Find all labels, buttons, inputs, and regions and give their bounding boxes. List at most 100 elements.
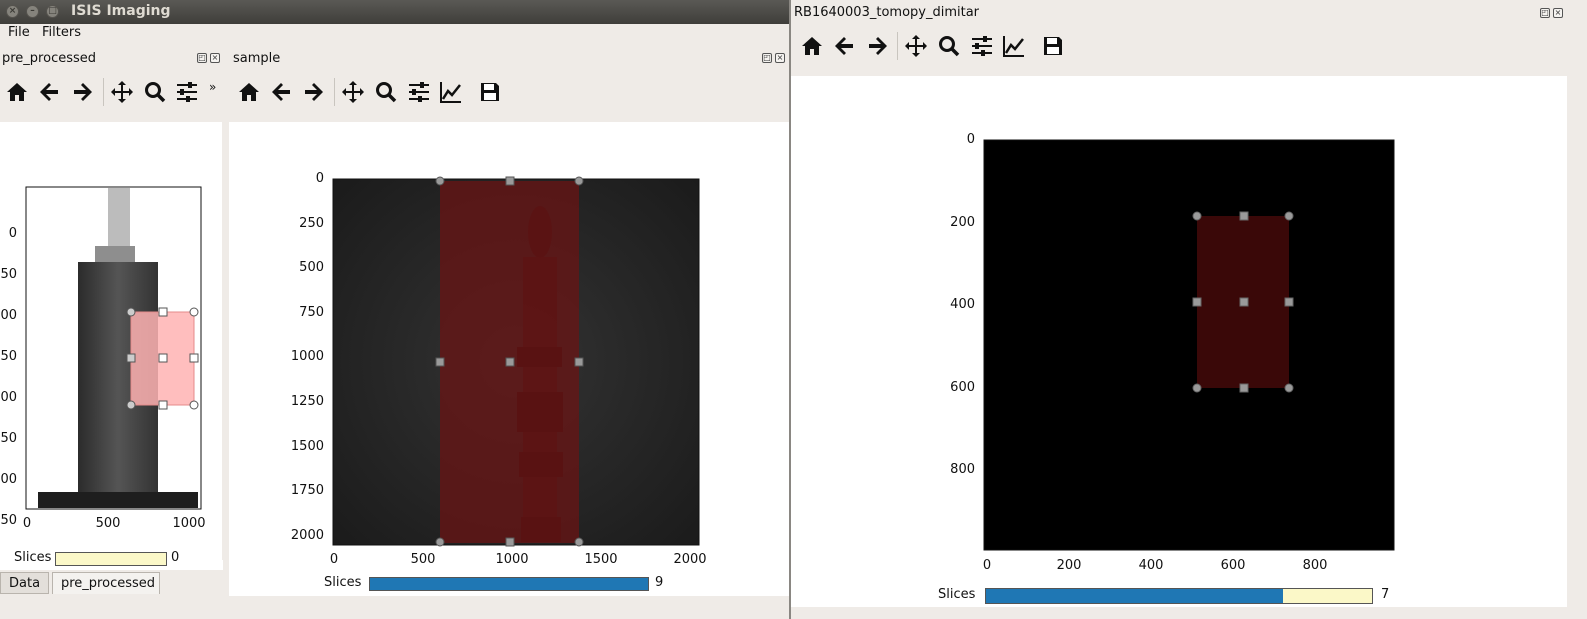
mid-slices-slider[interactable]	[369, 577, 649, 591]
menubar: File Filters	[0, 24, 790, 44]
y-tick-label: 1500	[290, 438, 324, 454]
float-dock-button[interactable]: ◰	[1540, 8, 1550, 18]
plot-area-pre-processed: 0 50 00 50 00 50 00 50 0 500 1000	[0, 122, 223, 570]
float-dock-button[interactable]: ◰	[197, 53, 207, 63]
toolbar-separator	[103, 78, 104, 106]
x-tick-label: 400	[1138, 558, 1164, 573]
main-window-titlebar: × – □ ISIS Imaging	[0, 0, 800, 24]
save-icon[interactable]	[1041, 34, 1065, 58]
left-slices-label: Slices	[14, 550, 52, 565]
x-tick-label: 800	[1302, 558, 1328, 573]
x-tick-label: 500	[95, 516, 121, 531]
y-tick-label: 00	[0, 390, 17, 405]
right-slices-slider-fill	[986, 589, 1284, 603]
menu-file[interactable]: File	[8, 25, 30, 40]
right-slices-value: 7	[1381, 587, 1390, 602]
toolbar-overflow-icon[interactable]: »	[209, 80, 216, 94]
y-tick-label: 600	[950, 379, 975, 395]
x-tick-label: 1000	[495, 552, 529, 567]
configure-subplots-icon[interactable]	[175, 80, 199, 104]
float-dock-button[interactable]: ◰	[762, 53, 772, 63]
x-tick-label: 0	[982, 558, 992, 573]
x-tick-label: 1500	[584, 552, 618, 567]
close-dock-button[interactable]: ×	[775, 53, 785, 63]
forward-arrow-icon[interactable]	[70, 80, 94, 104]
y-tick-label: 0	[966, 132, 975, 147]
floating-window-rb1640003: RB1640003_tomopy_dimitar ◰ × 0 200 400 600 8…	[789, 0, 1587, 619]
tab-pre-processed[interactable]: pre_processed	[52, 572, 160, 594]
close-window-button[interactable]: ×	[6, 5, 19, 18]
pan-icon[interactable]	[341, 80, 365, 104]
right-slices-slider[interactable]	[985, 588, 1373, 604]
y-tick-label: 1750	[290, 483, 324, 499]
app-title: ISIS Imaging	[71, 3, 171, 19]
home-icon[interactable]	[5, 80, 29, 104]
toolbar-separator	[334, 78, 335, 106]
plot-area-sample: 0 250 500 750 1000 1250 1500 1750 2000 0 500 1000 1…	[229, 122, 789, 596]
zoom-icon[interactable]	[374, 80, 398, 104]
y-tick-label: 0	[8, 226, 17, 241]
mid-slices-label: Slices	[324, 575, 362, 590]
dock-title-pre-processed: pre_processed	[2, 51, 97, 66]
pre-processed-image-axes[interactable]	[0, 122, 223, 570]
forward-arrow-icon[interactable]	[865, 34, 889, 58]
dock-sample: sample ◰ × 0 250 500 750 1000 1250 1500 …	[229, 46, 789, 598]
mid-slices-value: 9	[655, 575, 664, 590]
configure-subplots-icon[interactable]	[970, 34, 994, 58]
zoom-icon[interactable]	[937, 34, 961, 58]
dock-title-sample: sample	[233, 51, 281, 66]
menu-filters[interactable]: Filters	[42, 25, 81, 40]
reconstruction-image-axes[interactable]	[791, 76, 1567, 607]
floating-window-title: RB1640003_tomopy_dimitar	[794, 5, 980, 20]
y-tick-label: 400	[950, 297, 975, 312]
close-dock-button[interactable]: ×	[1553, 8, 1563, 18]
save-icon[interactable]	[478, 80, 502, 104]
y-tick-label: 50	[0, 513, 17, 528]
y-tick-label: 50	[0, 267, 17, 282]
pan-icon[interactable]	[904, 34, 928, 58]
y-tick-label: 2000	[290, 527, 324, 543]
plot-area-rb1640003: 0 200 400 600 800 0 200 400 600 800	[791, 76, 1567, 607]
x-tick-label: 200	[1056, 558, 1082, 573]
forward-arrow-icon[interactable]	[301, 80, 325, 104]
y-tick-label: 250	[299, 215, 324, 231]
tab-data[interactable]: Data	[0, 572, 49, 594]
x-tick-label: 500	[410, 552, 436, 567]
close-dock-button[interactable]: ×	[210, 53, 220, 63]
right-slices-label: Slices	[938, 587, 976, 602]
left-slices-slider[interactable]	[55, 552, 167, 566]
edit-axis-icon[interactable]	[1002, 34, 1026, 58]
y-tick-label: 800	[950, 462, 975, 477]
toolbar-separator	[897, 32, 898, 60]
home-icon[interactable]	[237, 80, 261, 104]
y-tick-label: 00	[0, 472, 17, 487]
configure-subplots-icon[interactable]	[407, 80, 431, 104]
pan-icon[interactable]	[110, 80, 134, 104]
y-tick-label: 200	[950, 214, 975, 230]
y-tick-label: 1000	[290, 349, 324, 365]
left-slices-value: 0	[171, 550, 180, 565]
x-tick-label: 1000	[172, 516, 206, 531]
maximize-window-button[interactable]: □	[46, 5, 59, 18]
y-tick-label: 50	[0, 349, 17, 364]
zoom-icon[interactable]	[143, 80, 167, 104]
back-arrow-icon[interactable]	[833, 34, 857, 58]
mid-slices-slider-fill	[370, 578, 648, 590]
back-arrow-icon[interactable]	[38, 80, 62, 104]
minimize-window-button[interactable]: –	[26, 5, 39, 18]
x-tick-label: 2000	[673, 552, 707, 567]
x-tick-label: 600	[1220, 558, 1246, 573]
home-icon[interactable]	[800, 34, 824, 58]
back-arrow-icon[interactable]	[270, 80, 294, 104]
x-tick-label: 0	[22, 516, 32, 531]
y-tick-label: 500	[299, 260, 324, 276]
y-tick-label: 00	[0, 308, 17, 323]
dock-splitter[interactable]	[222, 120, 225, 560]
edit-axis-icon[interactable]	[439, 80, 463, 104]
y-tick-label: 750	[299, 304, 324, 320]
y-tick-label: 1250	[290, 394, 324, 409]
dock-pre-processed: pre_processed ◰ × » 0 50 00 50 00 50 00 …	[0, 46, 225, 576]
x-tick-label: 0	[329, 552, 339, 567]
y-tick-label: 50	[0, 431, 17, 446]
y-tick-label: 0	[315, 171, 324, 186]
